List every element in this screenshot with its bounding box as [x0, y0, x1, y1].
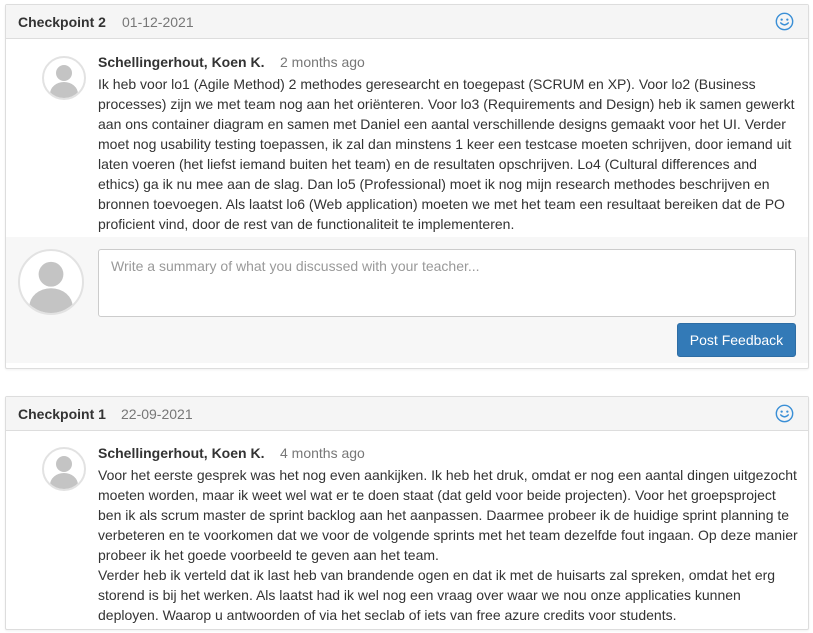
comment-line: ethics) ga ik nu mee aan de slag. Dan lo…: [98, 176, 770, 192]
checkpoint-header: Checkpoint 2 01-12-2021: [6, 5, 808, 39]
comment-line: storend is bij het werken. Als laatst ha…: [98, 587, 741, 603]
checkpoint-title: Checkpoint 1: [18, 406, 106, 422]
comment-line: ben ik als scrum master de sprint backlo…: [98, 507, 790, 523]
smiley-icon[interactable]: [775, 404, 794, 423]
checkpoint-panel: Checkpoint 2 01-12-2021 Schellingerhout,…: [5, 4, 809, 369]
comment-line: proficient vind, door de rest van de fun…: [98, 216, 515, 232]
comment-line: probeer ik het goede voorbeeld te geven …: [98, 547, 439, 563]
comment-author: Schellingerhout, Koen K.: [98, 445, 265, 461]
comment-line: laten voeren (het liefst iemand buiten h…: [98, 156, 757, 172]
comment-line: Verder heb ik verteld dat ik last heb va…: [98, 567, 776, 583]
checkpoint-panel: Checkpoint 1 22-09-2021 Schellingerhout,…: [5, 396, 809, 630]
checkpoint-date: 01-12-2021: [122, 14, 194, 30]
checkpoint-date: 22-09-2021: [121, 406, 193, 422]
comment-line: aan ons container diagram en samen met D…: [98, 116, 786, 132]
feedback-textarea[interactable]: [98, 249, 796, 317]
avatar: [42, 56, 86, 100]
comment-line: bronnen toevoegen. Als laatst lo6 (Web a…: [98, 196, 785, 212]
reply-form: Post Feedback: [6, 237, 808, 363]
comment-line: verbeteren en te voorkomen dat we voor d…: [98, 527, 798, 543]
avatar: [18, 249, 84, 315]
default-user-avatar-icon: [50, 65, 78, 98]
comment: Schellingerhout, Koen K. 2 months ago Ik…: [6, 54, 808, 234]
comment-line: processes) zijn we met team nog aan het …: [98, 96, 795, 112]
comment-time: 4 months ago: [280, 445, 365, 461]
checkpoint-header: Checkpoint 1 22-09-2021: [6, 397, 808, 431]
avatar: [42, 447, 86, 491]
comment-line: Ik heb voor lo1 (Agile Method) 2 methode…: [98, 76, 756, 92]
comment-body: Ik heb voor lo1 (Agile Method) 2 methode…: [98, 74, 800, 234]
smiley-icon[interactable]: [775, 12, 794, 31]
checkpoint-title: Checkpoint 2: [18, 14, 106, 30]
comment-author: Schellingerhout, Koen K.: [98, 54, 265, 70]
post-feedback-button[interactable]: Post Feedback: [677, 323, 796, 357]
default-user-avatar-icon: [50, 456, 78, 489]
comment-line: moeten worden, maar ik weet wel wat er t…: [98, 487, 776, 503]
comment-line: deployen. Waarop u antwoorden of via het…: [98, 607, 677, 623]
comment-line: moet nog usability testing toepassen, ik…: [98, 136, 792, 152]
comment-line: Voor het eerste gesprek was het nog even…: [98, 467, 797, 483]
comment-time: 2 months ago: [280, 54, 365, 70]
comment-body: Voor het eerste gesprek was het nog even…: [98, 465, 800, 625]
default-user-avatar-icon: [29, 261, 73, 313]
comment: Schellingerhout, Koen K. 4 months ago Vo…: [6, 445, 808, 625]
